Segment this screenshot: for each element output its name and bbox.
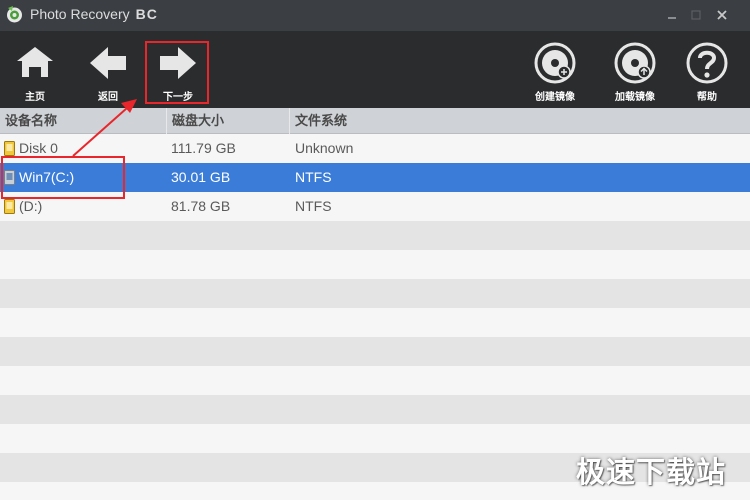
home-label: 主页	[25, 92, 45, 103]
row-disk-size: 111.79 GB	[171, 140, 236, 156]
disc-load-icon	[614, 42, 656, 84]
create-image-label: 创建镜像	[535, 92, 575, 103]
row-device-name: Disk 0	[19, 140, 58, 156]
row-file-system: Unknown	[295, 140, 354, 156]
load-image-button[interactable]: 加载镜像	[606, 31, 664, 108]
drive-icon	[4, 170, 15, 185]
table-header: 设备名称 磁盘大小 文件系统	[0, 108, 750, 134]
back-button[interactable]: 返回	[82, 31, 134, 108]
next-label: 下一步	[163, 92, 193, 103]
row-device-name: Win7(C:)	[19, 169, 75, 185]
arrow-left-icon	[90, 47, 126, 79]
table-row[interactable]: Disk 0 111.79 GB Unknown	[0, 134, 750, 163]
next-button[interactable]: 下一步	[150, 31, 206, 108]
drive-icon	[4, 141, 15, 156]
empty-row	[0, 308, 750, 337]
table-row[interactable]: (D:) 81.78 GB NTFS	[0, 192, 750, 221]
empty-row	[0, 221, 750, 250]
help-button[interactable]: 帮助	[680, 31, 734, 108]
title-bar: Photo Recovery BC	[0, 0, 750, 31]
row-file-system: NTFS	[295, 198, 332, 214]
empty-row	[0, 279, 750, 308]
create-image-button[interactable]: 创建镜像	[527, 31, 583, 108]
app-edition: BC	[135, 6, 158, 22]
device-list: Disk 0 111.79 GB Unknown Win7(C:) 30.01 …	[0, 134, 750, 500]
back-label: 返回	[98, 92, 118, 103]
row-disk-size: 81.78 GB	[171, 198, 231, 214]
close-icon[interactable]	[714, 7, 730, 23]
row-device-name: (D:)	[19, 198, 43, 214]
home-button[interactable]: 主页	[10, 31, 60, 108]
empty-row	[0, 395, 750, 424]
help-icon	[686, 42, 728, 84]
home-icon	[17, 47, 53, 77]
toolbar: 主页 返回 下一步 创建镜像 加载镜像 帮助	[0, 31, 750, 108]
empty-row	[0, 337, 750, 366]
app-logo-icon	[7, 6, 22, 23]
empty-row	[0, 250, 750, 279]
disc-create-icon	[534, 42, 576, 84]
app-name: Photo Recovery	[30, 6, 130, 22]
window-title: Photo Recovery BC	[30, 6, 158, 22]
help-label: 帮助	[697, 92, 717, 103]
drive-icon	[4, 199, 15, 214]
minimize-icon[interactable]	[664, 7, 680, 23]
watermark-text: 极速下载站	[576, 457, 727, 489]
row-disk-size: 30.01 GB	[171, 169, 231, 185]
arrow-right-icon	[160, 47, 196, 79]
column-header-file-system[interactable]: 文件系统	[290, 108, 750, 134]
load-image-label: 加载镜像	[615, 92, 655, 103]
empty-row	[0, 366, 750, 395]
column-header-device-name[interactable]: 设备名称	[0, 108, 167, 134]
column-header-disk-size[interactable]: 磁盘大小	[167, 108, 290, 134]
row-file-system: NTFS	[295, 169, 332, 185]
table-row-selected[interactable]: Win7(C:) 30.01 GB NTFS	[0, 163, 750, 192]
maximize-icon[interactable]	[688, 7, 704, 23]
